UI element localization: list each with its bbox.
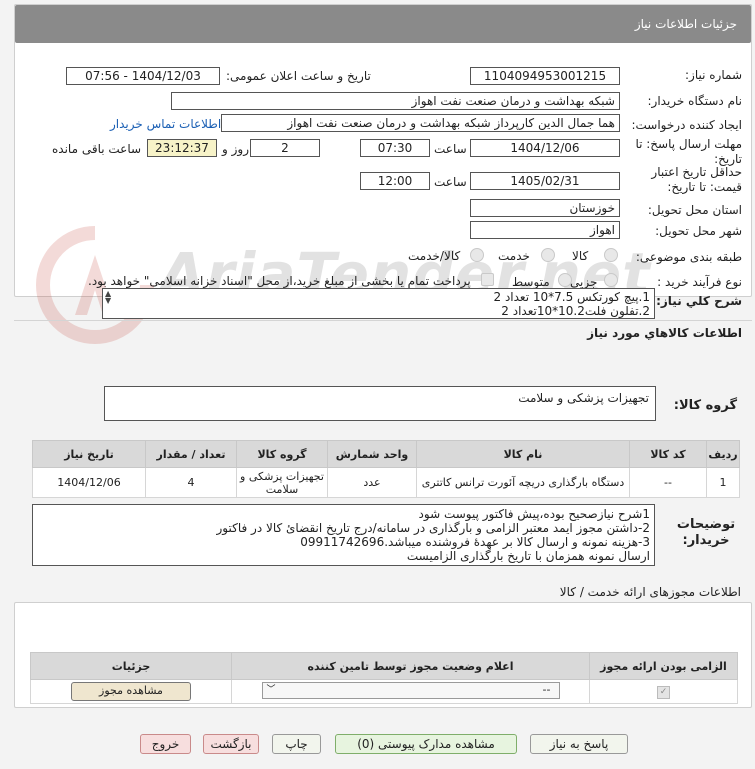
cell-qty: 4 <box>145 467 237 498</box>
deadline-time-label: ساعت <box>434 142 467 156</box>
goods-section-title: اطلاعات کالاهاي مورد نياز <box>587 326 742 340</box>
goods-group-label: گروه کالا: <box>673 398 737 413</box>
print-button[interactable]: چاپ <box>272 734 321 754</box>
license-status-select[interactable]: ﹀ -- <box>261 681 560 699</box>
process-medium-label: متوسط <box>512 275 550 289</box>
col-status: اعلام وضعیت مجوز توسط تامین کننده <box>231 652 590 680</box>
cell-group: تجهیزات پزشکی و سلامت <box>236 467 328 498</box>
days-label: روز و <box>222 142 249 156</box>
announce-field: 1404/12/03 - 07:56 <box>66 67 220 85</box>
city-field: اهواز <box>470 221 620 239</box>
city-label: شهر محل تحویل: <box>655 224 742 238</box>
col-date: تاریخ نیاز <box>32 440 146 468</box>
deadline-date-field: 1404/12/06 <box>470 139 620 157</box>
required-checkbox: ✓ <box>657 686 670 699</box>
province-field: خوزستان <box>470 199 620 217</box>
category-service-label: خدمت <box>498 249 530 263</box>
spinner-icon[interactable]: ▲ ▼ <box>105 290 117 305</box>
deadline-label: مهلت ارسال پاسخ: تا تاریخ: <box>635 137 742 166</box>
category-goods-service-label: کالا/خدمت <box>408 249 461 263</box>
category-label: طبقه بندی موضوعی: <box>635 250 742 264</box>
cell-date: 1404/12/06 <box>32 467 146 498</box>
process-partial-label: جزیی <box>570 275 598 289</box>
process-label: نوع فرآیند خرید : <box>657 275 742 289</box>
col-row: ردیف <box>706 440 740 468</box>
cell-name: دستگاه بارگذاری دریچه آئورت ترانس کاتتری <box>416 467 630 498</box>
view-license-button[interactable]: مشاهده مجوز <box>71 682 191 701</box>
buyer-notes-label: توضیحات خریدار: <box>676 517 736 548</box>
requester-field: هما جمال الدین کارپرداز شبکه بهداشت و در… <box>221 114 620 132</box>
panel-header: جزئیات اطلاعات نیاز <box>15 5 751 43</box>
col-unit: واحد شمارش <box>327 440 417 468</box>
col-group: گروه کالا <box>236 440 328 468</box>
col-name: نام کالا <box>416 440 630 468</box>
remaining-time-field: 23:12:37 <box>147 139 217 157</box>
province-label: استان محل تحویل: <box>647 203 742 217</box>
category-goods-service-radio[interactable] <box>470 248 484 262</box>
licenses-table: الزامی بودن ارائه مجوز اعلام وضعیت مجوز … <box>30 652 738 704</box>
cell-row: 1 <box>706 467 740 498</box>
need-number-label: شماره نیاز: <box>685 68 742 82</box>
back-button[interactable]: بازگشت <box>203 734 259 754</box>
category-goods-radio[interactable] <box>604 248 618 262</box>
summary-textarea[interactable]: 1.پیچ کورتکس 7.5*10 تعداد 2 2.تفلون فلت1… <box>102 288 655 319</box>
buyer-org-field: شبکه بهداشت و درمان صنعت نفت اهواز <box>171 92 620 110</box>
note-line-1: 1شرح نیازصحیح بوده،پیش فاکتور پیوست شود <box>418 507 650 521</box>
chevron-down-icon: ﹀ <box>266 684 276 695</box>
validity-date-field: 1405/02/31 <box>470 172 620 190</box>
summary-label: شرح کلي نياز: <box>656 294 742 308</box>
col-qty: تعداد / مقدار <box>145 440 237 468</box>
summary-line-2: 2.تفلون فلت10.2*10تعداد 2 <box>501 304 650 318</box>
goods-group-field: تجهیزات پزشکی و سلامت <box>104 386 656 421</box>
col-required: الزامی بودن ارائه مجوز <box>589 652 738 680</box>
category-service-radio[interactable] <box>541 248 555 262</box>
process-partial-radio[interactable] <box>604 273 618 287</box>
cell-unit: عدد <box>327 467 417 498</box>
islamic-treasury-checkbox[interactable] <box>481 273 494 286</box>
requester-label: ایجاد کننده درخواست: <box>631 118 742 132</box>
validity-time-field: 12:00 <box>360 172 430 190</box>
exit-button[interactable]: خروج <box>140 734 191 754</box>
select-value: -- <box>542 682 551 696</box>
divider <box>14 320 752 321</box>
licenses-title: اطلاعات مجوزهای ارائه خدمت / کالا <box>559 585 741 599</box>
cell-code: -- <box>629 467 707 498</box>
validity-time-label: ساعت <box>434 175 467 189</box>
need-number-field: 1104094953001215 <box>470 67 620 85</box>
attachments-button[interactable]: مشاهده مدارک پیوستی (0) <box>335 734 517 754</box>
table-row: ✓ ﹀ -- مشاهده مجوز <box>30 679 738 704</box>
reply-button[interactable]: پاسخ به نیاز <box>530 734 628 754</box>
days-field: 2 <box>250 139 320 157</box>
category-goods-label: کالا <box>572 249 589 263</box>
col-code: کد کالا <box>629 440 707 468</box>
page-title: جزئیات اطلاعات نیاز <box>634 17 737 31</box>
validity-label: حداقل تاریخ اعتبار قیمت: تا تاریخ: <box>651 165 742 194</box>
goods-table: ردیف کد کالا نام کالا واحد شمارش گروه کا… <box>32 440 740 498</box>
col-details: جزئیات <box>30 652 232 680</box>
note-line-2: 2-داشتن مجوز ایمد معتبر الزامی و بارگذار… <box>216 521 650 535</box>
payment-note: پرداخت تمام یا بخشی از مبلغ خرید،از محل … <box>88 274 471 288</box>
announce-label: تاریخ و ساعت اعلان عمومی: <box>226 69 371 83</box>
goods-group-value: تجهیزات پزشکی و سلامت <box>518 391 649 405</box>
process-medium-radio[interactable] <box>558 273 572 287</box>
buyer-org-label: نام دستگاه خریدار: <box>647 94 743 108</box>
remaining-label: ساعت باقی مانده <box>52 142 142 156</box>
note-line-4: ارسال نمونه همزمان با تاریخ بارگذاری الز… <box>406 549 650 563</box>
licenses-table-header: الزامی بودن ارائه مجوز اعلام وضعیت مجوز … <box>30 652 738 680</box>
table-row[interactable]: 1 -- دستگاه بارگذاری دریچه آئورت ترانس ک… <box>32 467 740 498</box>
summary-line-1: 1.پیچ کورتکس 7.5*10 تعداد 2 <box>493 290 650 304</box>
buyer-notes-textarea[interactable]: 1شرح نیازصحیح بوده،پیش فاکتور پیوست شود … <box>32 504 655 566</box>
note-line-3: 3-هزینه نمونه و ارسال کالا بر عهدهٔ فروش… <box>300 535 650 549</box>
buyer-contact-link[interactable]: اطلاعات تماس خریدار <box>110 117 221 131</box>
goods-table-header: ردیف کد کالا نام کالا واحد شمارش گروه کا… <box>32 440 740 468</box>
deadline-time-field: 07:30 <box>360 139 430 157</box>
